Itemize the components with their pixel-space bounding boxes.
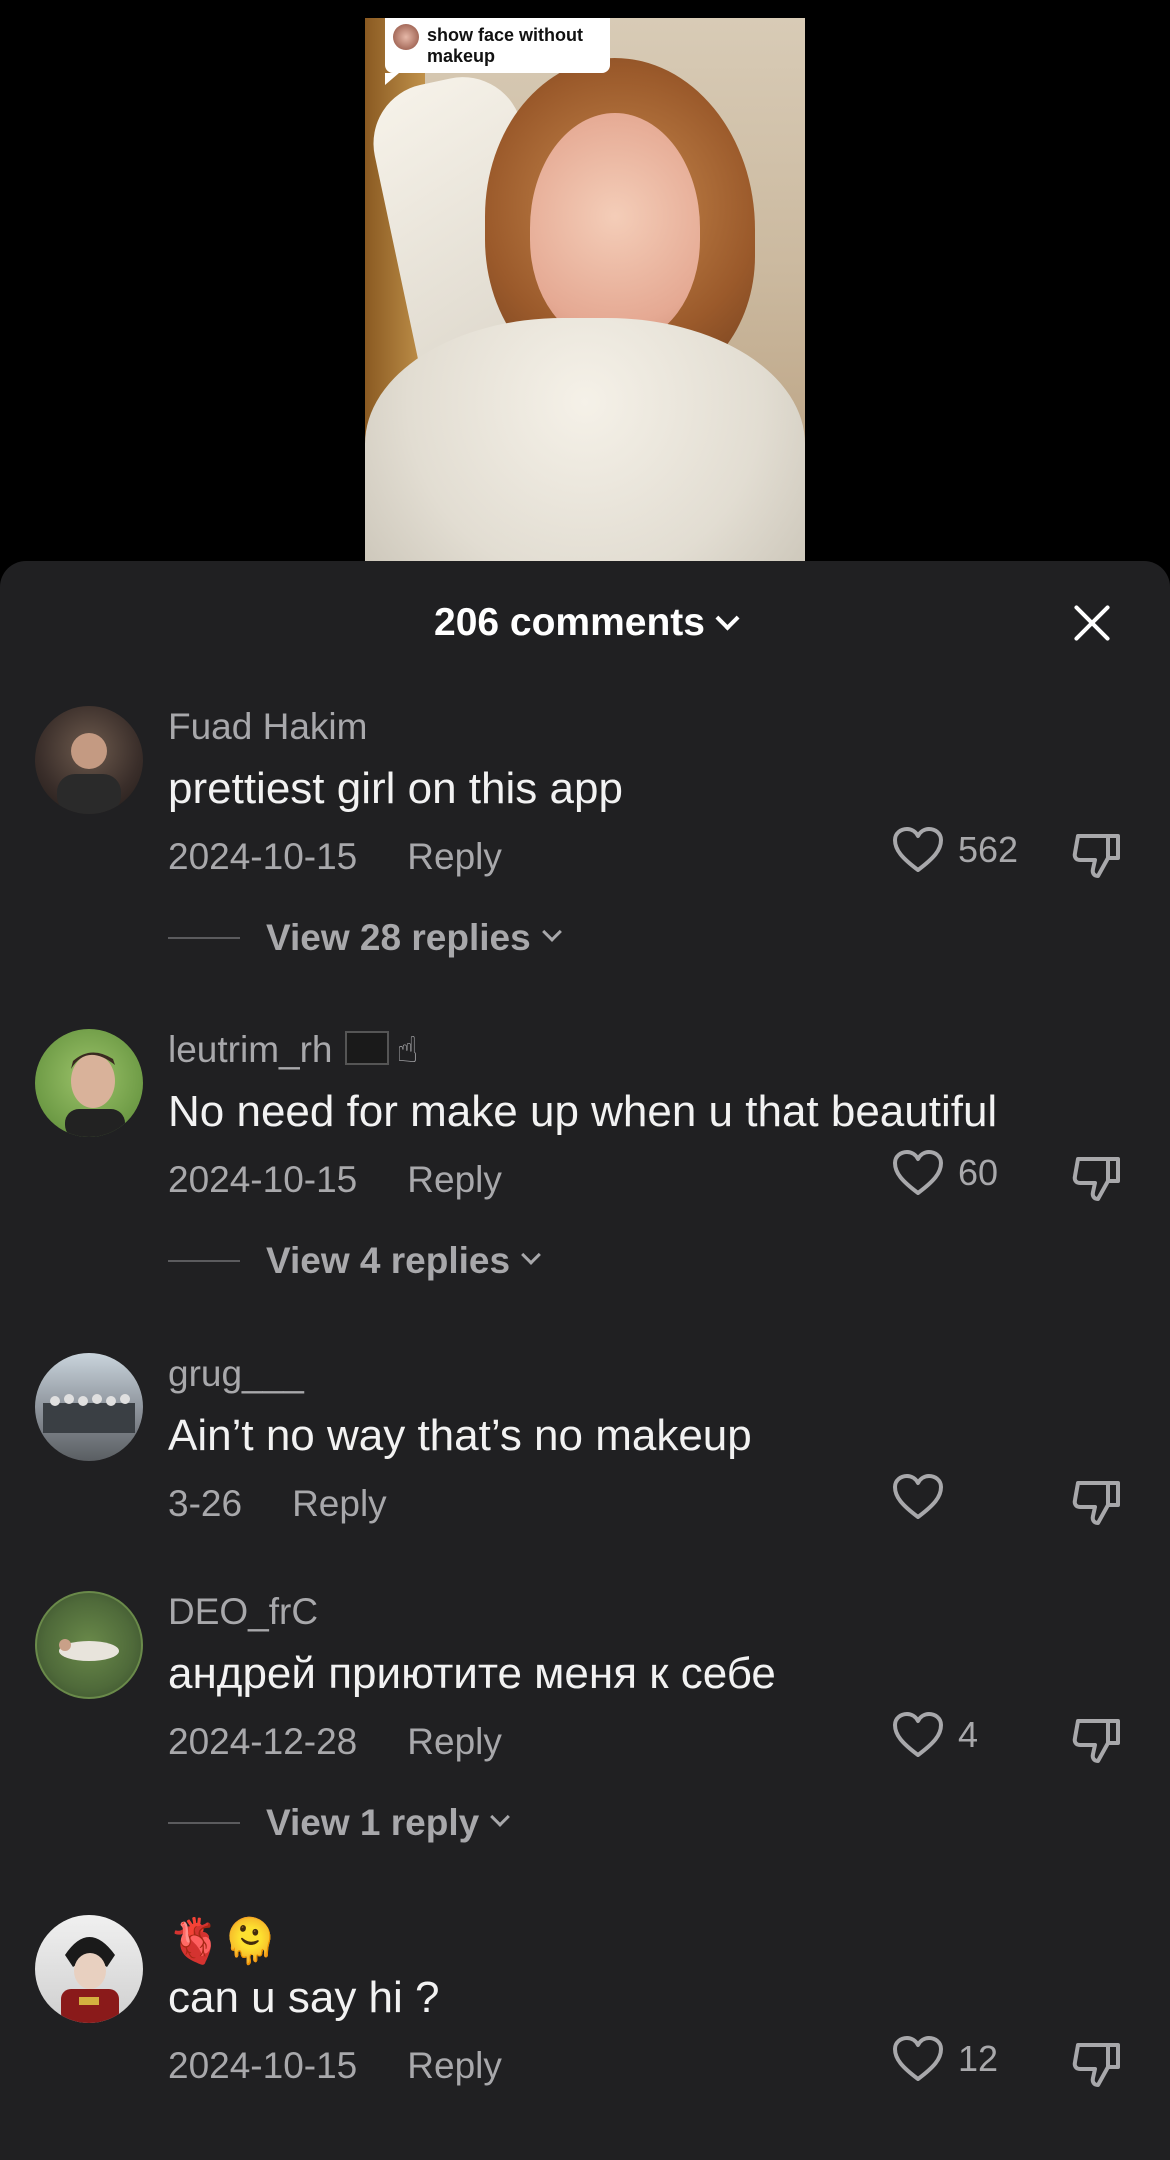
reply-button[interactable]: Reply xyxy=(292,1483,387,1524)
like-button[interactable]: 12 xyxy=(892,2035,998,2083)
comment-date: 3-26 xyxy=(168,1483,243,1524)
chevron-down-icon xyxy=(715,606,740,631)
video-caption: show face without makeup xyxy=(427,24,584,66)
comment-text: can u say hi ? xyxy=(168,1973,440,2022)
replies-divider xyxy=(168,1822,240,1824)
comments-sheet: 206 comments Fuad Hakim prettiest girl o… xyxy=(0,561,1170,2160)
replies-divider xyxy=(168,937,240,939)
close-icon[interactable] xyxy=(1070,601,1114,645)
heart-outline-icon xyxy=(893,1712,943,1757)
avatar[interactable] xyxy=(35,706,143,814)
comment-text: андрей приютите меня к себе xyxy=(168,1649,776,1698)
thumbs-down-icon[interactable] xyxy=(1070,1475,1124,1529)
heart-outline-icon xyxy=(893,827,943,872)
comments-count-dropdown[interactable]: 206 comments xyxy=(0,601,1170,645)
like-button[interactable] xyxy=(892,1473,958,1521)
like-button[interactable]: 60 xyxy=(892,1149,998,1197)
like-button[interactable]: 4 xyxy=(892,1711,978,1759)
sheet-header: 206 comments xyxy=(0,561,1170,683)
like-count: 60 xyxy=(958,1152,999,1193)
reply-button[interactable]: Reply xyxy=(407,836,502,877)
comment-username[interactable]: DEO_frC xyxy=(168,1591,318,1633)
comment-username[interactable]: Fuad Hakim xyxy=(168,706,367,748)
comment-date: 2024-10-15 xyxy=(168,2045,358,2086)
comment-username[interactable]: grug___ xyxy=(168,1353,304,1395)
comment-date: 2024-12-28 xyxy=(168,1721,358,1762)
like-count: 562 xyxy=(958,829,1019,870)
black-flag-icon xyxy=(344,1031,389,1066)
avatar[interactable] xyxy=(35,1591,143,1699)
comment-date: 2024-10-15 xyxy=(168,836,358,877)
heart-outline-icon xyxy=(893,1150,943,1195)
video-thumbnail[interactable] xyxy=(365,18,805,578)
video-figure-sweater xyxy=(365,318,805,578)
comment-text: No need for make up when u that beautifu… xyxy=(168,1087,998,1136)
comment-date: 2024-10-15 xyxy=(168,1159,358,1200)
view-replies-button[interactable]: View 4 replies xyxy=(168,1240,541,1282)
chevron-down-icon xyxy=(490,1807,511,1827)
view-replies-label: View 28 replies xyxy=(266,917,531,958)
chevron-down-icon xyxy=(521,1245,541,1265)
reply-button[interactable]: Reply xyxy=(407,2045,502,2086)
username-text: leutrim_rh xyxy=(168,1029,333,1070)
comment-text: prettiest girl on this app xyxy=(168,764,623,813)
view-replies-button[interactable]: View 28 replies xyxy=(168,917,562,959)
thumbs-down-icon[interactable] xyxy=(1070,2037,1124,2091)
comment-text: Ain’t no way that’s no makeup xyxy=(168,1411,752,1460)
caption-avatar xyxy=(393,23,419,50)
avatar-image xyxy=(65,1052,125,1137)
avatar-image xyxy=(59,1639,119,1661)
comment-username[interactable]: 🫀🫠 xyxy=(168,1915,278,1967)
avatar[interactable] xyxy=(35,1029,143,1137)
comment-meta: 2024-10-15 Reply xyxy=(168,836,502,878)
video-figure-face xyxy=(530,113,700,343)
thumbs-down-icon[interactable] xyxy=(1070,1151,1124,1205)
avatar-image xyxy=(61,1937,119,2023)
comments-count: 206 comments xyxy=(434,601,705,644)
avatar[interactable] xyxy=(35,1353,143,1461)
comment-username[interactable]: leutrim_rh ☝ xyxy=(168,1029,418,1071)
replies-divider xyxy=(168,1260,240,1262)
pointing-up-icon: ☝ xyxy=(396,1030,419,1071)
heart-outline-icon xyxy=(893,1474,943,1519)
reply-button[interactable]: Reply xyxy=(407,1159,502,1200)
view-replies-button[interactable]: View 1 reply xyxy=(168,1802,511,1844)
comment-meta: 2024-10-15 Reply xyxy=(168,2045,502,2087)
avatar-image xyxy=(43,1394,135,1433)
chevron-down-icon xyxy=(541,922,562,942)
reply-button[interactable]: Reply xyxy=(407,1721,502,1762)
comment-meta: 2024-12-28 Reply xyxy=(168,1721,502,1763)
avatar-image xyxy=(57,733,121,814)
like-count: 4 xyxy=(958,1714,979,1755)
heart-outline-icon xyxy=(893,2036,943,2081)
view-replies-label: View 4 replies xyxy=(266,1240,511,1281)
like-button[interactable]: 562 xyxy=(892,826,1018,874)
comment-meta: 2024-10-15 Reply xyxy=(168,1159,502,1201)
thumbs-down-icon[interactable] xyxy=(1070,1713,1124,1767)
comment-meta: 3-26 Reply xyxy=(168,1483,387,1525)
view-replies-label: View 1 reply xyxy=(266,1802,480,1843)
video-area[interactable]: show face without makeup xyxy=(0,0,1170,578)
like-count: 12 xyxy=(958,2038,999,2079)
avatar[interactable] xyxy=(35,1915,143,2023)
thumbs-down-icon[interactable] xyxy=(1070,828,1124,882)
video-caption-bubble: show face without makeup xyxy=(385,18,610,85)
